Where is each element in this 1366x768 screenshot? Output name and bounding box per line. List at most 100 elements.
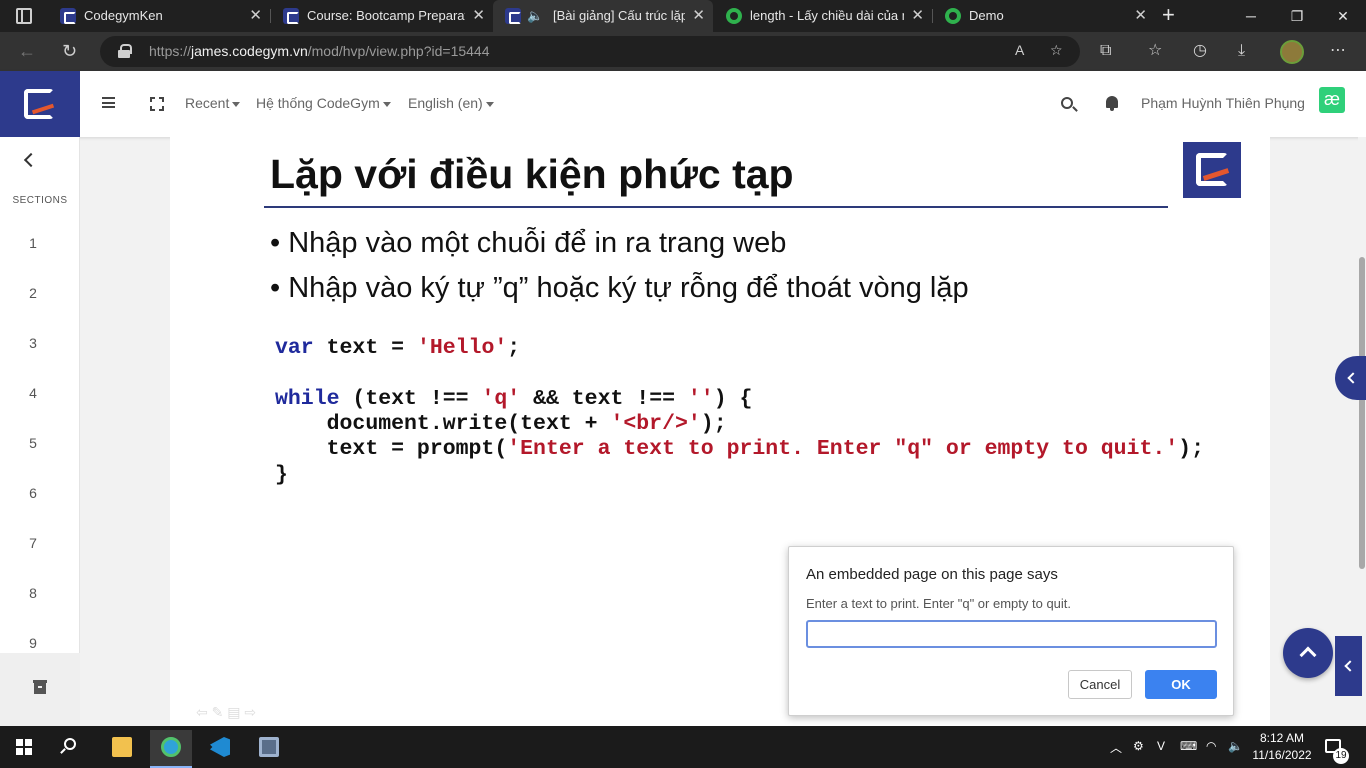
slide-navigation-controls[interactable]: ⇦ ✎ ▤ ⇨ <box>196 704 256 721</box>
history-icon[interactable]: ◷ <box>1193 42 1207 60</box>
address-bar[interactable]: https://james.codegym.vn/mod/hvp/view.ph… <box>100 36 1080 67</box>
user-menu[interactable]: Phạm Huỳnh Thiên Phụng <box>1141 95 1305 111</box>
system-menu[interactable]: Hệ thống CodeGym <box>256 95 391 111</box>
vscode-app[interactable] <box>199 730 241 768</box>
page-viewport: Recent Hệ thống CodeGym English (en) Phạ… <box>0 71 1366 726</box>
tab-bai-giang-active[interactable]: 🔈 [Bài giảng] Cấu trúc lặp ✕ <box>493 0 713 32</box>
code-line-3: document.write(text + '<br/>'); <box>275 412 727 436</box>
start-button[interactable] <box>16 739 32 755</box>
section-item[interactable]: 7 <box>0 535 66 551</box>
new-tab-button[interactable]: + <box>1162 0 1175 30</box>
favorite-star-icon[interactable]: ☆ <box>1050 42 1063 59</box>
edge-browser-app[interactable] <box>150 730 192 768</box>
tab-course-bootcamp[interactable]: Course: Bootcamp Preparatio ✕ <box>271 0 493 32</box>
codegym-favicon-icon <box>60 8 76 24</box>
profile-avatar[interactable] <box>1280 40 1304 64</box>
section-item[interactable]: 3 <box>0 335 66 351</box>
chevron-up-icon <box>1299 646 1317 664</box>
windows-taskbar: ︿ ⚙ V ⌨ ◠ 🔈 8:12 AM 11/16/2022 19 <box>0 726 1366 768</box>
tab-title: CodegymKen <box>84 8 163 23</box>
user-badge[interactable]: æ <box>1319 87 1345 113</box>
search-icon[interactable] <box>1061 97 1073 109</box>
section-item[interactable]: 2 <box>0 285 66 301</box>
section-item[interactable]: 4 <box>0 385 66 401</box>
site-logo[interactable] <box>0 71 80 137</box>
section-item[interactable]: 9 <box>0 635 66 651</box>
close-tab-icon[interactable]: ✕ <box>911 0 924 32</box>
browser-toolbar: ← ↻ https://james.codegym.vn/mod/hvp/vie… <box>0 32 1366 71</box>
notification-bell-icon[interactable] <box>1106 96 1118 111</box>
tab-title: Demo <box>969 8 1004 23</box>
close-tab-icon[interactable]: ✕ <box>1134 0 1147 32</box>
volume-icon[interactable]: 🔈 <box>1228 739 1243 753</box>
language-menu[interactable]: English (en) <box>408 95 494 111</box>
wifi-icon[interactable]: ◠ <box>1206 739 1216 753</box>
show-hidden-icons-chevron-icon[interactable]: ︿ <box>1110 739 1122 756</box>
code-line-5: } <box>275 463 288 487</box>
more-menu-icon[interactable]: ⋯ <box>1330 42 1346 60</box>
scrollbar-thumb[interactable] <box>1359 257 1365 569</box>
collapse-sidebar-icon[interactable] <box>23 152 39 168</box>
cancel-button[interactable]: Cancel <box>1068 670 1132 699</box>
notification-count-badge: 19 <box>1333 748 1349 764</box>
back-button[interactable]: ← <box>18 40 36 62</box>
code-line-1: var text = 'Hello'; <box>275 336 521 360</box>
codegym-favicon-icon <box>283 8 299 24</box>
url-text[interactable]: https://james.codegym.vn/mod/hvp/view.ph… <box>149 43 490 59</box>
read-aloud-icon[interactable]: A <box>1015 42 1024 58</box>
caret-down-icon <box>232 101 241 107</box>
input-method-icon[interactable]: ⌨ <box>1180 739 1197 753</box>
sidebar-footer <box>0 653 80 726</box>
tab-codegymken[interactable]: CodegymKen ✕ <box>48 0 270 32</box>
close-window-button[interactable]: ✕ <box>1320 0 1366 32</box>
tab-length[interactable]: length - Lấy chiều dài của mả ✕ <box>714 0 932 32</box>
favorites-icon[interactable]: ☆ <box>1148 42 1162 60</box>
prompt-dialog: An embedded page on this page says Enter… <box>788 546 1234 716</box>
browser-tab-strip: CodegymKen ✕ Course: Bootcamp Preparatio… <box>0 0 1366 32</box>
caret-down-icon <box>485 101 494 107</box>
recent-menu[interactable]: Recent <box>185 95 241 111</box>
search-icon[interactable] <box>64 738 76 750</box>
speaker-icon[interactable]: 🔈 <box>527 0 543 32</box>
close-tab-icon[interactable]: ✕ <box>472 0 485 32</box>
calculator-app[interactable] <box>248 730 290 768</box>
tab-demo[interactable]: Demo ✕ <box>933 0 1155 32</box>
archive-icon[interactable] <box>33 680 47 694</box>
tab-title: length - Lấy chiều dài của mả <box>750 8 904 23</box>
open-block-drawer-button[interactable] <box>1335 636 1362 696</box>
slide-logo <box>1183 142 1241 198</box>
section-item[interactable]: 6 <box>0 485 66 501</box>
ok-button[interactable]: OK <box>1145 670 1217 699</box>
slide-divider <box>264 206 1168 208</box>
tab-title: [Bài giảng] Cấu trúc lặp <box>553 8 685 23</box>
green-favicon-icon <box>726 8 742 24</box>
edge-icon <box>161 737 181 757</box>
prompt-input[interactable] <box>806 620 1217 648</box>
section-item[interactable]: 5 <box>0 435 66 451</box>
restore-button[interactable]: ❐ <box>1274 0 1320 32</box>
open-drawer-button[interactable] <box>1335 356 1366 400</box>
slide-title: Lặp với điều kiện phức tạp <box>270 151 794 197</box>
fullscreen-icon[interactable] <box>150 97 164 111</box>
tab-actions-icon[interactable] <box>16 8 32 24</box>
clock[interactable]: 8:12 AM 11/16/2022 <box>1250 730 1314 764</box>
codegym-favicon-icon <box>505 8 521 24</box>
vpn-icon[interactable]: V <box>1157 739 1165 753</box>
close-tab-icon[interactable]: ✕ <box>692 0 705 32</box>
dialog-title: An embedded page on this page says <box>806 566 1058 583</box>
refresh-button[interactable]: ↻ <box>62 40 77 62</box>
downloads-icon[interactable]: ⤓ <box>1238 42 1245 60</box>
close-tab-icon[interactable]: ✕ <box>249 0 262 32</box>
dialog-message: Enter a text to print. Enter "q" or empt… <box>806 596 1072 611</box>
file-explorer-app[interactable] <box>101 730 143 768</box>
section-item[interactable]: 8 <box>0 585 66 601</box>
minimize-button[interactable]: ─ <box>1228 0 1274 32</box>
extensions-icon[interactable]: ⧉ <box>1100 42 1111 60</box>
lock-icon[interactable] <box>118 44 132 58</box>
network-device-icon[interactable]: ⚙ <box>1133 739 1144 753</box>
scroll-to-top-button[interactable] <box>1283 628 1333 678</box>
section-item[interactable]: 1 <box>0 235 66 251</box>
slide-bullet: • Nhập vào một chuỗi để in ra trang web <box>270 227 787 259</box>
chevron-left-icon <box>1347 372 1359 384</box>
hamburger-menu-icon[interactable] <box>102 97 115 108</box>
